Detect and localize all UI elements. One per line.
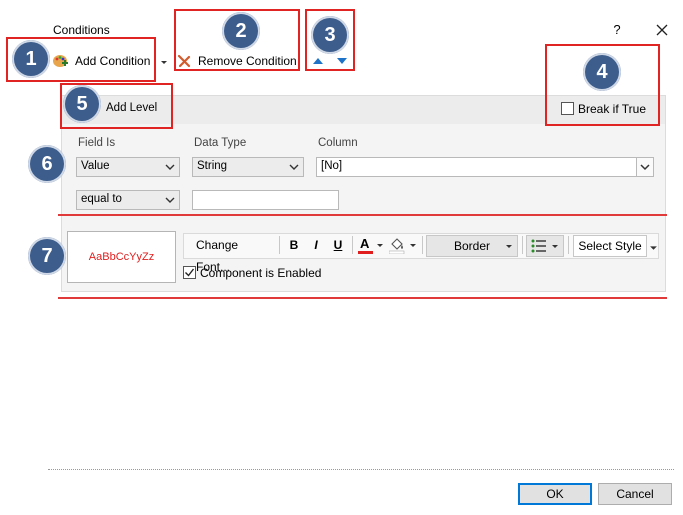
ok-button[interactable]: OK <box>518 483 592 505</box>
close-icon <box>656 24 668 36</box>
data-type-value: String <box>197 160 228 172</box>
chevron-down-icon <box>650 246 657 250</box>
section-divider <box>58 214 667 216</box>
toolbar-separator <box>279 236 280 254</box>
callout-badge-7: 7 <box>28 237 66 275</box>
component-enabled-checkbox[interactable]: Component is Enabled <box>183 265 323 281</box>
callout-badge-2: 2 <box>222 12 260 50</box>
font-color-swatch <box>358 251 373 254</box>
dialog-title: Conditions <box>53 23 110 37</box>
chevron-down-icon <box>289 164 299 170</box>
bold-button[interactable]: B <box>287 234 301 256</box>
select-style-button[interactable]: Select Style <box>573 235 647 257</box>
callout-badge-4: 4 <box>583 53 621 91</box>
operator-value: equal to <box>81 193 122 205</box>
fill-color-button[interactable] <box>389 234 419 256</box>
field-is-value: Value <box>81 160 110 172</box>
cancel-button[interactable]: Cancel <box>598 483 672 505</box>
component-enabled-box <box>183 266 196 279</box>
chevron-down-icon <box>410 244 416 247</box>
section-divider <box>58 297 667 299</box>
callout-badge-5: 5 <box>63 85 101 123</box>
column-value: [No] <box>321 160 343 172</box>
font-color-letter: A <box>360 236 370 251</box>
checkmark-icon <box>185 268 195 277</box>
underline-button[interactable]: U <box>331 234 345 256</box>
help-button[interactable]: ? <box>607 22 627 40</box>
column-select[interactable]: [No] <box>316 157 654 177</box>
data-type-select[interactable]: String <box>192 157 304 177</box>
border-label: Border <box>453 239 491 253</box>
toolbar-separator <box>568 236 569 254</box>
change-font-button[interactable]: Change Font... <box>196 234 272 274</box>
toolbar-separator <box>422 236 423 254</box>
callout-badge-6: 6 <box>28 145 66 183</box>
select-style-dropdown[interactable] <box>649 241 658 250</box>
column-label: Column <box>318 137 358 149</box>
bulleted-list-icon <box>531 239 546 253</box>
list-style-dropdown[interactable] <box>526 235 564 257</box>
compare-value-input[interactable] <box>192 190 339 210</box>
font-color-button[interactable]: A <box>358 234 386 256</box>
toolbar-separator <box>522 236 523 254</box>
chevron-down-icon <box>377 244 383 247</box>
field-is-label: Field Is <box>78 137 116 149</box>
component-enabled-label: Component is Enabled <box>200 266 322 280</box>
column-dropdown-button[interactable] <box>636 158 653 176</box>
data-type-label: Data Type <box>194 137 247 149</box>
chevron-down-icon <box>165 197 175 203</box>
chevron-down-icon <box>640 164 650 171</box>
chevron-down-icon <box>506 245 512 248</box>
operator-select[interactable]: equal to <box>76 190 180 210</box>
paint-bucket-icon <box>389 238 405 254</box>
chevron-down-icon <box>161 61 167 64</box>
close-button[interactable] <box>652 20 672 40</box>
callout-badge-1: 1 <box>12 40 50 78</box>
callout-badge-3: 3 <box>311 16 349 54</box>
italic-button[interactable]: I <box>309 234 323 256</box>
border-dropdown[interactable]: Border <box>426 235 518 257</box>
footer-divider <box>48 469 674 470</box>
field-is-select[interactable]: Value <box>76 157 180 177</box>
toolbar-separator <box>352 236 353 254</box>
add-condition-dropdown[interactable] <box>159 56 169 66</box>
select-style-label: Select Style <box>578 239 642 253</box>
style-preview: AaBbCcYyZz <box>67 231 176 283</box>
chevron-down-icon <box>165 164 175 170</box>
chevron-down-icon <box>552 245 558 248</box>
